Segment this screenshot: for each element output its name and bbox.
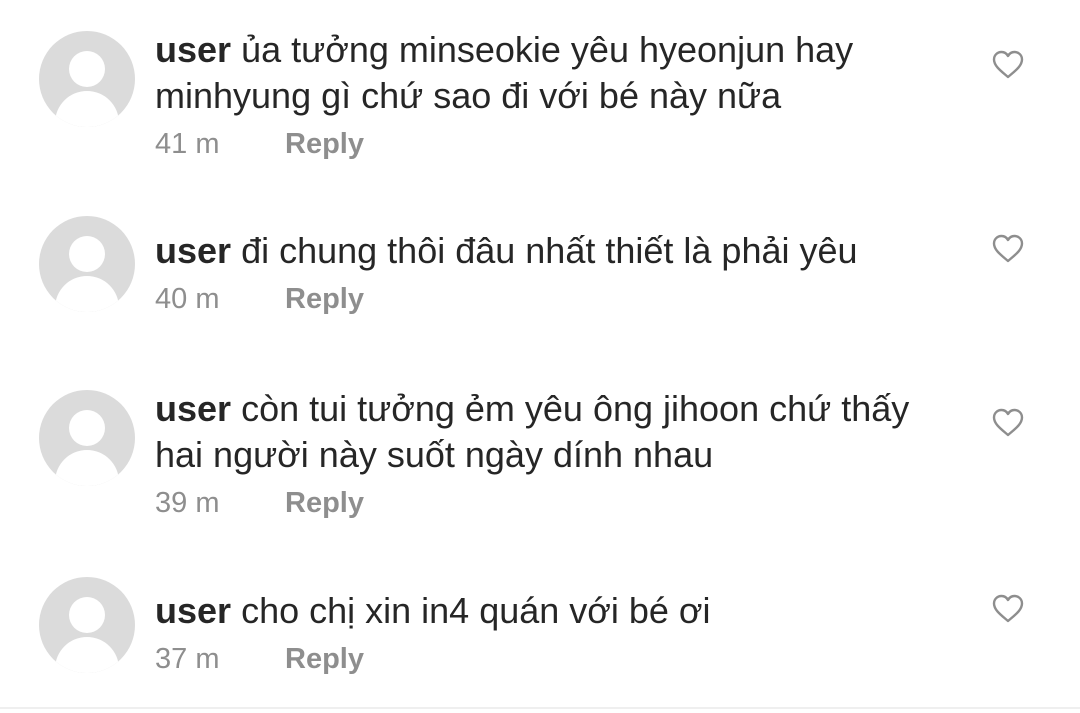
heart-icon[interactable]	[992, 408, 1024, 438]
comment-meta: 37 m Reply	[155, 641, 364, 677]
comment-username[interactable]: user	[155, 590, 231, 631]
comment-timestamp: 37 m	[155, 643, 220, 675]
avatar-body-shape	[55, 91, 119, 127]
reply-button[interactable]: Reply	[285, 487, 364, 519]
heart-icon[interactable]	[992, 594, 1024, 624]
comment-meta: 40 m Reply	[155, 281, 364, 317]
comment-text: cho chị xin in4 quán với bé ơi	[241, 590, 711, 631]
reply-button[interactable]: Reply	[285, 643, 364, 675]
avatar-body-shape	[55, 276, 119, 312]
avatar[interactable]	[39, 390, 135, 486]
avatar-head-shape	[69, 236, 105, 272]
comment-timestamp: 40 m	[155, 283, 220, 315]
comment-meta: 39 m Reply	[155, 485, 364, 521]
avatar-body-shape	[55, 637, 119, 673]
heart-icon[interactable]	[992, 50, 1024, 80]
avatar[interactable]	[39, 577, 135, 673]
comment-meta: 41 m Reply	[155, 126, 364, 162]
heart-icon[interactable]	[992, 234, 1024, 264]
comment-username[interactable]: user	[155, 230, 231, 271]
comment-text: đi chung thôi đâu nhất thiết là phải yêu	[241, 230, 858, 271]
comment-timestamp: 39 m	[155, 487, 220, 519]
comment-username[interactable]: user	[155, 29, 231, 70]
avatar-head-shape	[69, 410, 105, 446]
avatar[interactable]	[39, 216, 135, 312]
avatar[interactable]	[39, 31, 135, 127]
comment-text: còn tui tưởng ẻm yêu ông jihoon chứ thấy…	[155, 388, 910, 475]
comment-text: ủa tưởng minseokie yêu hyeonjun hay minh…	[155, 29, 854, 116]
avatar-body-shape	[55, 450, 119, 486]
comment-body: user đi chung thôi đâu nhất thiết là phả…	[155, 228, 945, 274]
reply-button[interactable]: Reply	[285, 128, 364, 160]
comment-body: user còn tui tưởng ẻm yêu ông jihoon chứ…	[155, 386, 945, 478]
comment-body: user cho chị xin in4 quán với bé ơi	[155, 588, 945, 634]
reply-button[interactable]: Reply	[285, 283, 364, 315]
avatar-head-shape	[69, 51, 105, 87]
divider	[0, 707, 1080, 709]
comment-username[interactable]: user	[155, 388, 231, 429]
comment-timestamp: 41 m	[155, 128, 220, 160]
comment-body: user ủa tưởng minseokie yêu hyeonjun hay…	[155, 27, 945, 119]
avatar-head-shape	[69, 597, 105, 633]
